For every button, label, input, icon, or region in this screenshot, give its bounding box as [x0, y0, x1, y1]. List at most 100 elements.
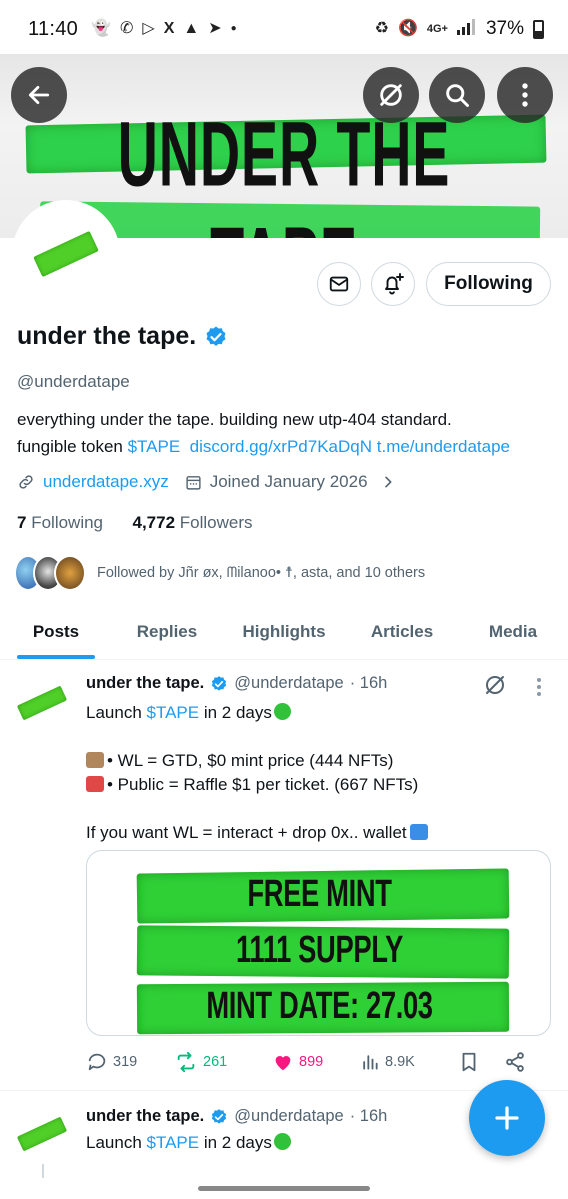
cashtag-link[interactable]: $TAPE: [128, 437, 181, 456]
message-button[interactable]: [317, 262, 361, 306]
following-count: 7: [17, 513, 27, 532]
discord-link[interactable]: discord.gg/xrPd7KaDqN: [190, 437, 372, 456]
media-line-3: MINT DATE: 27.03: [206, 985, 433, 1027]
bio-line-1: everything under the tape. building new …: [17, 410, 452, 429]
views-icon: [363, 1055, 378, 1070]
link-icon: [19, 475, 33, 489]
profile-screen: { "status_bar": { "time": "11:40", "batt…: [0, 0, 568, 1199]
warning-icon: ▲: [183, 20, 200, 37]
like-button[interactable]: 899: [272, 1051, 360, 1073]
profile-name-row: under the tape.: [17, 322, 228, 351]
banner-title: UNDER THE TAPE: [117, 103, 451, 238]
bio-line-2: fungible token $TAPE discord.gg/xrPd7KaD…: [17, 433, 557, 460]
x-icon: X: [163, 20, 175, 37]
notifications-button[interactable]: [371, 262, 415, 306]
tweet-author-name[interactable]: under the tape.: [86, 674, 204, 693]
reply-icon: [88, 1053, 106, 1071]
following-label: Following: [31, 513, 104, 532]
verified-badge-icon[interactable]: [204, 325, 228, 349]
tweet-text-part: Launch: [86, 1133, 147, 1152]
followers-stat[interactable]: 4,772 Followers: [132, 513, 252, 532]
back-button[interactable]: [11, 67, 67, 123]
profile-avatar[interactable]: [12, 200, 120, 308]
recycle-icon: ♻: [374, 20, 389, 37]
repost-count: 261: [203, 1054, 228, 1070]
back-arrow-icon: [28, 86, 50, 104]
plus-icon: [495, 1106, 519, 1130]
more-vertical-icon: [522, 83, 528, 107]
tab-posts[interactable]: Posts: [0, 604, 112, 659]
tweet-media-image[interactable]: FREE MINT 1111 SUPPLY MINT DATE: 27.03: [86, 850, 551, 1036]
more-button[interactable]: [497, 67, 553, 123]
bell-plus-icon: [385, 273, 404, 295]
compose-button[interactable]: [469, 1080, 545, 1156]
status-bar: 11:40 👻 ✆ ▷ X ▲ ➤ ● ♻ 🔇 4G+ 37%: [0, 0, 568, 62]
reply-count: 319: [113, 1054, 138, 1070]
tweet-avatar[interactable]: [16, 677, 68, 729]
tweet-line-2: • WL = GTD, $0 mint price (444 NFTs): [86, 749, 431, 773]
tweet-text-part: in 2 days: [199, 1133, 272, 1152]
verified-badge-icon: [212, 1108, 227, 1124]
tweet-text: Launch $TAPE in 2 days • WL = GTD, $0 mi…: [86, 701, 431, 845]
follower-avatar: [54, 555, 86, 591]
repost-button[interactable]: 261: [174, 1051, 272, 1073]
tweet-avatar-tape: [16, 1116, 68, 1152]
media-icon: ▷: [142, 20, 155, 37]
tab-replies[interactable]: Replies: [112, 604, 222, 659]
battery-icon: [533, 19, 544, 39]
tweet-line-3: • Public = Raffle $1 per ticket. (667 NF…: [86, 773, 431, 797]
following-stat[interactable]: 7 Following: [17, 513, 103, 532]
grok-icon[interactable]: [483, 673, 507, 697]
tweet-header: under the tape. @underdatape · 16h: [86, 674, 387, 693]
reply-button[interactable]: 319: [86, 1051, 174, 1073]
tweet-author-handle[interactable]: @underdatape: [234, 674, 343, 693]
search-button[interactable]: [429, 67, 485, 123]
profile-bio: everything under the tape. building new …: [17, 406, 557, 460]
tab-articles[interactable]: Articles: [346, 604, 458, 659]
following-button[interactable]: Following: [426, 262, 551, 306]
profile-handle: @underdatape: [17, 372, 130, 391]
profile-tabs: Posts Replies Highlights Articles Media: [0, 604, 568, 660]
mute-icon: 🔇: [397, 20, 418, 37]
mail-icon: [329, 276, 349, 292]
chevron-right-icon[interactable]: [380, 474, 396, 490]
grok-button[interactable]: [363, 67, 419, 123]
tweet-avatar[interactable]: [16, 1108, 68, 1160]
tweet-line-1: Launch $TAPE in 2 days: [86, 1131, 291, 1155]
followed-by-row[interactable]: Followed by Jñr øx, ᗰilanoo• ☨, asta, an…: [14, 555, 425, 591]
tweet-text-part: If you want WL = interact + drop 0x.. wa…: [86, 823, 407, 842]
tweet-text: Launch $TAPE in 2 days: [86, 1131, 291, 1155]
tweet-author-name[interactable]: under the tape.: [86, 1107, 204, 1126]
tweet-author-handle[interactable]: @underdatape: [234, 1107, 343, 1126]
tweet-text-part: in 2 days: [199, 703, 272, 722]
share-icon[interactable]: [504, 1051, 526, 1073]
calendar-icon: [186, 475, 201, 490]
snapchat-icon: 👻: [91, 20, 111, 37]
tweet-time: · 16h: [349, 1107, 388, 1125]
tweet-text-part: Launch: [86, 703, 147, 722]
avatar-tape: [33, 230, 99, 278]
media-line-2: 1111 SUPPLY: [236, 929, 403, 971]
cashtag-link[interactable]: $TAPE: [147, 1133, 200, 1152]
tweet-header: under the tape. @underdatape · 16h: [86, 1107, 387, 1126]
tweet-text-part: • WL = GTD, $0 mint price (444 NFTs): [107, 751, 394, 770]
bookmark-icon[interactable]: [458, 1050, 480, 1074]
like-count: 899: [299, 1054, 324, 1070]
tab-media[interactable]: Media: [458, 604, 568, 659]
bio-prefix: fungible token: [17, 437, 128, 456]
heart-icon: [275, 1056, 291, 1071]
tweet-avatar-tape: [16, 685, 68, 721]
views-button[interactable]: 8.9K: [360, 1052, 458, 1072]
cashtag-link[interactable]: $TAPE: [147, 703, 200, 722]
battery-percent: 37%: [485, 18, 524, 39]
telegram-link[interactable]: t.me/underdatape: [377, 437, 510, 456]
whatsapp-icon: ✆: [120, 20, 134, 37]
website-link[interactable]: underdatape.xyz: [43, 472, 169, 492]
gesture-bar[interactable]: [198, 1186, 370, 1191]
followers-count: 4,772: [132, 513, 176, 532]
status-time: 11:40: [28, 17, 79, 40]
tweet-line-1: Launch $TAPE in 2 days: [86, 701, 431, 725]
more-vertical-icon[interactable]: [535, 677, 543, 697]
green-circle-emoji: [273, 703, 291, 720]
tab-highlights[interactable]: Highlights: [222, 604, 346, 659]
